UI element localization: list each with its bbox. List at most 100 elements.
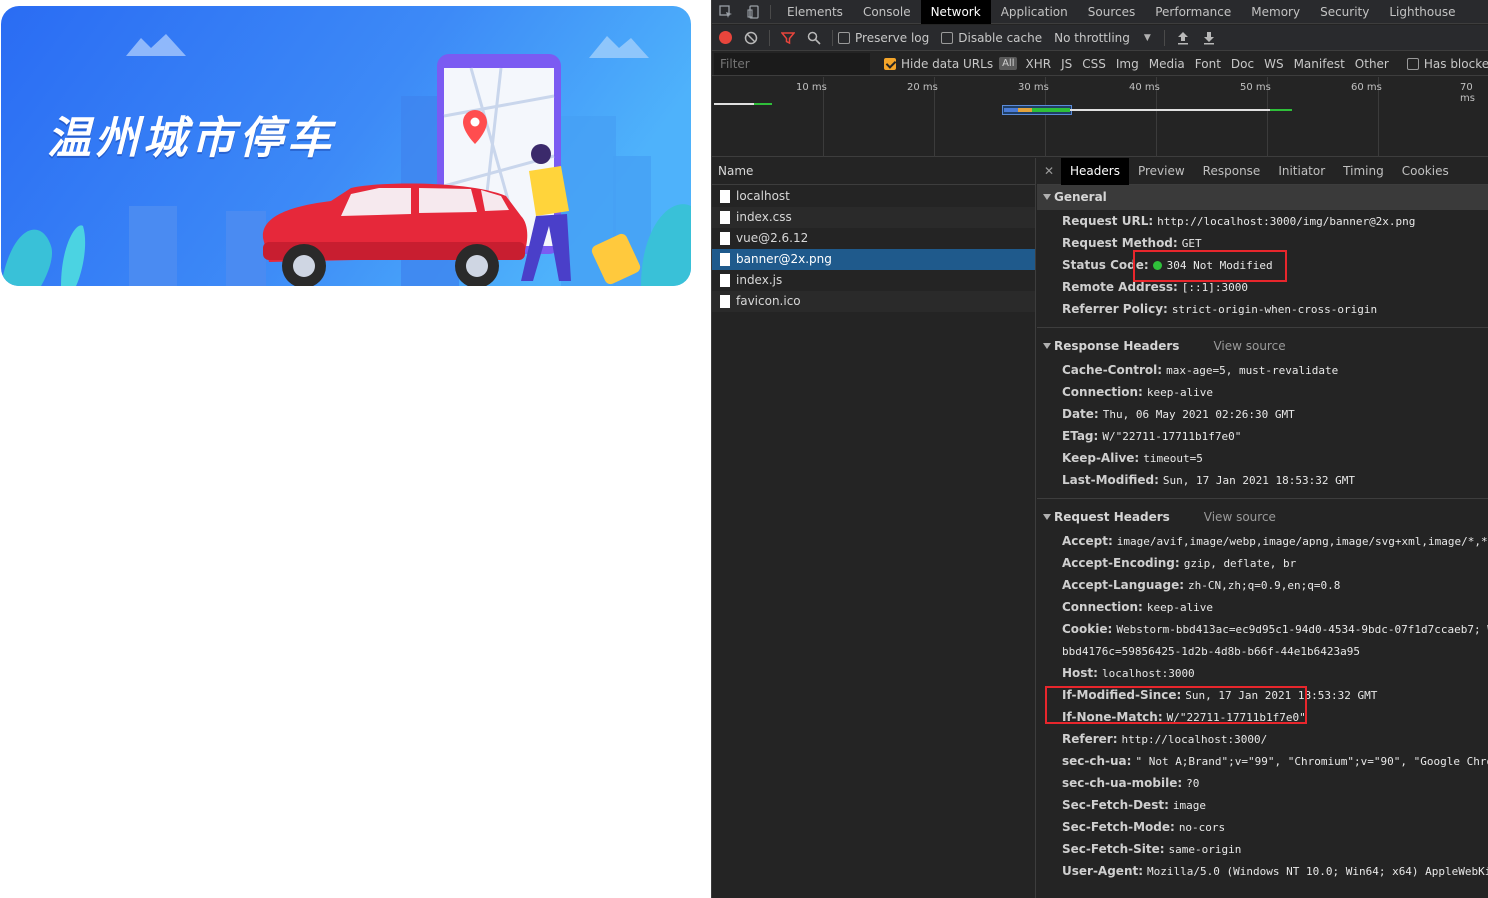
hide-data-urls-checkbox[interactable]: Hide data URLs bbox=[884, 57, 993, 71]
filter-type-img[interactable]: Img bbox=[1116, 57, 1139, 71]
export-har-button[interactable] bbox=[1196, 25, 1222, 51]
header-row-continuation: bbd4176c=59856425-1d2b-4d8b-b66f-44e1b64… bbox=[1037, 640, 1488, 662]
filter-toggle-button[interactable] bbox=[775, 25, 801, 51]
devtools-panel: Elements Console Network Application Sou… bbox=[711, 0, 1488, 898]
header-value: ?0 bbox=[1186, 777, 1200, 790]
request-headers-section-header[interactable]: Request Headers View source bbox=[1037, 505, 1488, 530]
filter-type-manifest[interactable]: Manifest bbox=[1294, 57, 1345, 71]
clear-button[interactable] bbox=[738, 25, 764, 51]
devtools-tabbar: Elements Console Network Application Sou… bbox=[712, 0, 1488, 24]
request-name: banner@2x.png bbox=[736, 252, 832, 266]
request-name: localhost bbox=[736, 189, 790, 203]
header-value: " Not A;Brand";v="99", "Chromium";v="90"… bbox=[1135, 755, 1488, 768]
tab-response[interactable]: Response bbox=[1194, 158, 1270, 185]
timeline-bar bbox=[1270, 109, 1292, 111]
inspect-element-icon[interactable] bbox=[712, 0, 740, 24]
toolbar-divider bbox=[832, 29, 833, 46]
name-column-header[interactable]: Name bbox=[712, 158, 1035, 185]
filter-type-doc[interactable]: Doc bbox=[1231, 57, 1254, 71]
request-row-favicon[interactable]: favicon.ico bbox=[712, 291, 1035, 312]
tab-performance[interactable]: Performance bbox=[1145, 0, 1241, 24]
record-button[interactable] bbox=[712, 25, 738, 51]
document-icon bbox=[720, 232, 730, 245]
general-section-header[interactable]: General bbox=[1037, 185, 1488, 210]
filter-type-xhr[interactable]: XHR bbox=[1025, 57, 1051, 71]
hide-data-urls-label: Hide data URLs bbox=[901, 56, 994, 71]
tab-elements[interactable]: Elements bbox=[777, 0, 853, 24]
checkbox-box bbox=[838, 31, 850, 44]
request-row-index-css[interactable]: index.css bbox=[712, 207, 1035, 228]
disable-cache-label: Disable cache bbox=[958, 30, 1043, 45]
tab-cookies[interactable]: Cookies bbox=[1393, 158, 1458, 185]
filter-type-ws[interactable]: WS bbox=[1264, 57, 1283, 71]
device-toolbar-icon[interactable] bbox=[740, 0, 768, 24]
request-row-index-js[interactable]: index.js bbox=[712, 270, 1035, 291]
filter-all-button[interactable]: All bbox=[999, 57, 1018, 70]
search-button[interactable] bbox=[801, 25, 827, 51]
request-row-localhost[interactable]: localhost bbox=[712, 186, 1035, 207]
header-row: Host: localhost:3000 bbox=[1037, 662, 1488, 684]
close-icon[interactable]: ✕ bbox=[1037, 164, 1061, 178]
timeline-overview[interactable]: 10 ms 20 ms 30 ms 40 ms 50 ms 60 ms 70 m… bbox=[712, 77, 1488, 157]
request-row-banner-png[interactable]: banner@2x.png bbox=[712, 249, 1035, 270]
filter-type-media[interactable]: Media bbox=[1149, 57, 1185, 71]
chevron-down-icon: ▼ bbox=[1143, 32, 1151, 43]
import-har-button[interactable] bbox=[1170, 25, 1196, 51]
header-row: Keep-Alive: timeout=5 bbox=[1037, 447, 1488, 469]
timeline-tick: 10 ms bbox=[796, 82, 827, 93]
has-blocked-cookies-checkbox[interactable]: Has blocked cook bbox=[1406, 57, 1488, 71]
tab-console[interactable]: Console bbox=[853, 0, 921, 24]
request-name: index.css bbox=[736, 210, 792, 224]
header-row: Request URL: http://localhost:3000/img/ba… bbox=[1037, 210, 1488, 232]
timeline-tick: 30 ms bbox=[1018, 82, 1049, 93]
header-key: sec-ch-ua-mobile: bbox=[1062, 776, 1183, 790]
disable-cache-checkbox[interactable]: Disable cache bbox=[941, 31, 1042, 45]
request-name: index.js bbox=[736, 273, 783, 287]
filter-input[interactable] bbox=[714, 52, 870, 75]
header-row: Connection: keep-alive bbox=[1037, 381, 1488, 403]
header-value: no-cors bbox=[1178, 821, 1226, 834]
response-headers-section-header[interactable]: Response Headers View source bbox=[1037, 334, 1488, 359]
tab-headers[interactable]: Headers bbox=[1061, 158, 1129, 185]
header-value: GET bbox=[1181, 237, 1202, 250]
preserve-log-checkbox[interactable]: Preserve log bbox=[838, 31, 929, 45]
header-row: Sec-Fetch-Mode: no-cors bbox=[1037, 816, 1488, 838]
request-rows: localhost index.css vue@2.6.12 banner@2x… bbox=[712, 185, 1035, 312]
filter-type-css[interactable]: CSS bbox=[1082, 57, 1106, 71]
request-row-vue[interactable]: vue@2.6.12 bbox=[712, 228, 1035, 249]
filter-type-js[interactable]: JS bbox=[1061, 57, 1072, 71]
header-key: User-Agent: bbox=[1062, 864, 1144, 878]
throttling-select[interactable]: No throttling ▼ bbox=[1054, 31, 1151, 45]
header-value: same-origin bbox=[1168, 843, 1242, 856]
request-name: vue@2.6.12 bbox=[736, 231, 809, 245]
timeline-tick: 20 ms bbox=[907, 82, 938, 93]
tab-network[interactable]: Network bbox=[920, 0, 991, 24]
tab-lighthouse[interactable]: Lighthouse bbox=[1379, 0, 1465, 24]
tab-sources[interactable]: Sources bbox=[1078, 0, 1145, 24]
filter-type-other[interactable]: Other bbox=[1355, 57, 1389, 71]
tab-application[interactable]: Application bbox=[991, 0, 1078, 24]
tab-timing[interactable]: Timing bbox=[1334, 158, 1393, 185]
tab-preview[interactable]: Preview bbox=[1129, 158, 1194, 185]
request-name: favicon.ico bbox=[736, 294, 801, 308]
view-source-link[interactable]: View source bbox=[1213, 339, 1285, 353]
tab-security[interactable]: Security bbox=[1310, 0, 1379, 24]
document-icon bbox=[720, 274, 730, 287]
tab-memory[interactable]: Memory bbox=[1241, 0, 1310, 24]
document-icon bbox=[720, 295, 730, 308]
toolbar-divider bbox=[1163, 29, 1165, 46]
header-key: Connection: bbox=[1062, 385, 1143, 399]
download-icon bbox=[1203, 31, 1214, 44]
header-key: Host: bbox=[1062, 666, 1098, 680]
filter-type-font[interactable]: Font bbox=[1195, 57, 1221, 71]
image-file-icon bbox=[720, 253, 730, 266]
header-row: Cookie: Webstorm-bbd413ac=ec9d95c1-94d0-4… bbox=[1037, 618, 1488, 640]
header-value: [::1]:3000 bbox=[1181, 281, 1249, 294]
search-icon bbox=[807, 31, 821, 45]
view-source-link[interactable]: View source bbox=[1204, 510, 1276, 524]
section-divider bbox=[1037, 320, 1488, 328]
caret-down-icon bbox=[1043, 194, 1051, 200]
tab-initiator[interactable]: Initiator bbox=[1269, 158, 1334, 185]
timeline-tick: 40 ms bbox=[1129, 82, 1160, 93]
header-row: sec-ch-ua: " Not A;Brand";v="99", "Chromi… bbox=[1037, 750, 1488, 772]
